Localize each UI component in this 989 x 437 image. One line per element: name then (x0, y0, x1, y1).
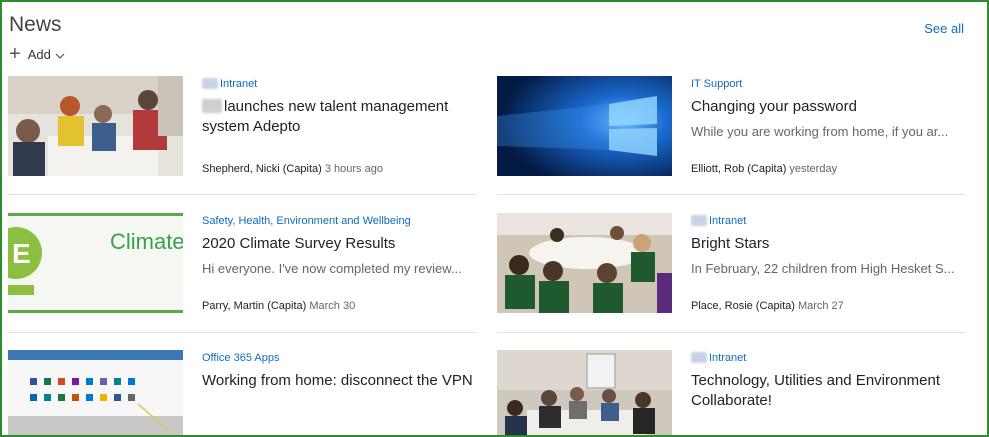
category-link[interactable]: Safety, Health, Environment and Wellbein… (202, 213, 476, 228)
news-thumbnail[interactable] (8, 76, 183, 176)
news-body: Office 365 Apps Working from home: disco… (202, 350, 476, 391)
description: Hi everyone. I've now completed my revie… (202, 261, 462, 276)
author-name[interactable]: Place, Rosie (Capita) (691, 300, 795, 312)
byline: Parry, Martin (Capita) March 30 (202, 300, 355, 312)
headline-link[interactable]: Technology, Utilities and Environment Co… (691, 371, 965, 411)
divider (497, 332, 965, 333)
category-link[interactable]: Intranet (691, 213, 965, 228)
news-body: Intranet launches new talent management … (202, 76, 476, 137)
news-body: Intranet Technology, Utilities and Envir… (691, 350, 965, 411)
news-card[interactable]: Intranet Technology, Utilities and Envir… (497, 350, 965, 435)
headline-link[interactable]: Working from home: disconnect the VPN (202, 371, 476, 391)
news-thumbnail[interactable] (497, 76, 672, 176)
category-link[interactable]: Intranet (691, 350, 965, 365)
news-card[interactable]: Intranet launches new talent management … (8, 76, 476, 176)
category-link[interactable]: Intranet (202, 76, 476, 91)
redacted-text (202, 78, 218, 89)
climate-logo-letter: E (12, 238, 31, 269)
news-thumbnail[interactable]: E Climate (8, 213, 183, 313)
timestamp: 3 hours ago (324, 163, 383, 175)
climate-logo-text: Climate (110, 229, 183, 254)
redacted-text (691, 352, 707, 363)
news-thumbnail[interactable] (8, 350, 183, 435)
plus-icon: + (9, 43, 21, 65)
byline: Place, Rosie (Capita) March 27 (691, 300, 844, 312)
news-body: IT Support Changing your password While … (691, 76, 965, 140)
section-title: News (9, 13, 62, 36)
redacted-text (202, 99, 222, 113)
byline: Elliott, Rob (Capita) yesterday (691, 163, 837, 175)
chevron-down-icon (55, 49, 65, 59)
author-name[interactable]: Parry, Martin (Capita) (202, 300, 306, 312)
news-webpart: News See all + Add Intranet launches new… (0, 0, 989, 437)
see-all-link[interactable]: See all (924, 21, 964, 36)
byline: Shepherd, Nicki (Capita) 3 hours ago (202, 163, 383, 175)
news-body: Intranet Bright Stars In February, 22 ch… (691, 213, 965, 276)
news-card[interactable]: IT Support Changing your password While … (497, 76, 965, 176)
add-button[interactable]: + Add (9, 43, 65, 65)
description: While you are working from home, if you … (691, 124, 949, 139)
headline-link[interactable]: 2020 Climate Survey Results (202, 234, 476, 254)
divider (8, 332, 476, 333)
author-name[interactable]: Elliott, Rob (Capita) (691, 163, 786, 175)
news-body: Safety, Health, Environment and Wellbein… (202, 213, 476, 277)
add-label: Add (27, 46, 51, 62)
description: In February, 22 children from High Heske… (691, 261, 955, 276)
divider (497, 194, 965, 195)
category-link[interactable]: Office 365 Apps (202, 350, 476, 365)
headline-link[interactable]: Bright Stars (691, 234, 965, 254)
author-name[interactable]: Shepherd, Nicki (Capita) (202, 163, 322, 175)
timestamp: yesterday (789, 163, 838, 175)
timestamp: March 30 (309, 300, 356, 312)
redacted-text (691, 215, 707, 226)
news-thumbnail[interactable] (497, 213, 672, 313)
headline-link[interactable]: Changing your password (691, 97, 965, 117)
divider (8, 194, 476, 195)
news-card[interactable]: E Climate Safety, Health, Environment an… (8, 213, 476, 313)
category-link[interactable]: IT Support (691, 76, 965, 91)
news-card[interactable]: Intranet Bright Stars In February, 22 ch… (497, 213, 965, 313)
headline-link[interactable]: launches new talent management system Ad… (202, 97, 476, 137)
news-thumbnail[interactable] (497, 350, 672, 435)
news-card[interactable]: Office 365 Apps Working from home: disco… (8, 350, 476, 435)
timestamp: March 27 (797, 300, 844, 312)
